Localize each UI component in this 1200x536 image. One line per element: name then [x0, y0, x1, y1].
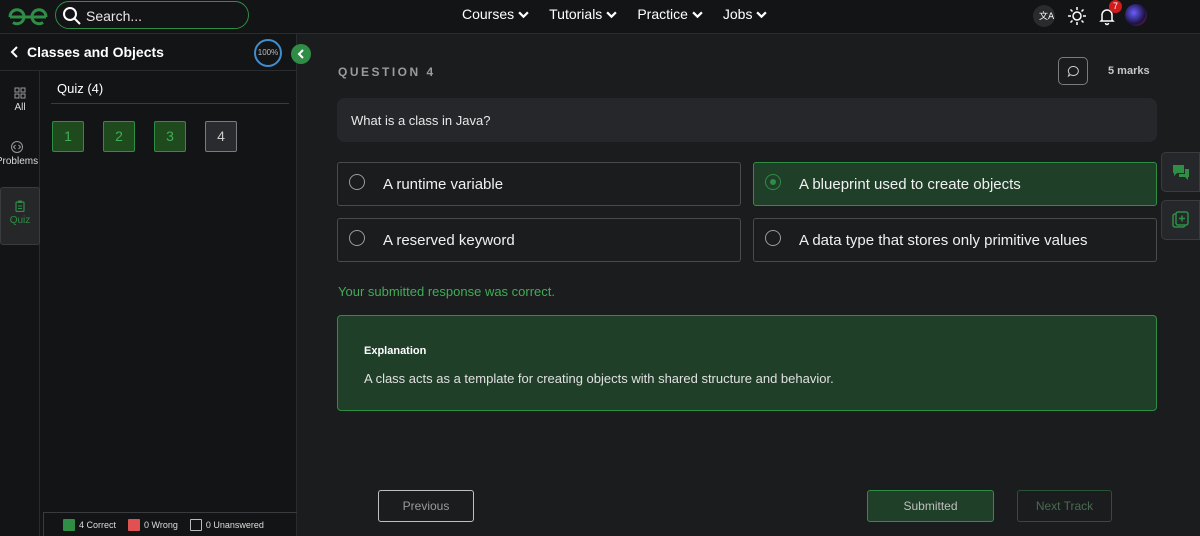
chevron-down-icon	[692, 11, 703, 18]
legend-label: 0 Wrong	[144, 519, 178, 530]
legend-label: 4 Correct	[79, 519, 117, 530]
radio-button[interactable]	[349, 230, 365, 246]
chevron-down-icon	[756, 11, 768, 18]
legend-wrong: 0 Wrong	[128, 518, 178, 531]
question-button-1[interactable]: 1	[52, 121, 84, 152]
option-3[interactable]: A reserved keyword	[337, 218, 741, 262]
option-label: A runtime variable	[383, 176, 504, 193]
explanation-title: Explanation	[364, 345, 427, 357]
translate-icon[interactable]: 文A	[1033, 5, 1055, 27]
next-track-button[interactable]: Next Track	[1017, 490, 1112, 522]
radio-button[interactable]	[765, 230, 781, 246]
theme-toggle-icon[interactable]	[1066, 5, 1088, 27]
menu-jobs[interactable]: Jobs	[723, 6, 768, 22]
discuss-button[interactable]	[1058, 57, 1088, 85]
legend-swatch	[189, 518, 202, 531]
avatar[interactable]	[1125, 4, 1147, 26]
option-label: A blueprint used to create objects	[799, 176, 1021, 193]
legend-correct: 4 Correct	[63, 518, 117, 531]
left-panel: Classes and Objects 100% All Problems Qu…	[0, 34, 297, 536]
top-navbar: Search... Courses Tutorials Practice Job…	[0, 0, 1200, 34]
notification-badge: 7	[1109, 0, 1122, 13]
explanation-box: Explanation A class acts as a template f…	[337, 315, 1157, 411]
previous-button[interactable]: Previous	[378, 490, 474, 522]
feedback-message: Your submitted response was correct.	[338, 284, 556, 299]
radio-button[interactable]	[349, 174, 365, 190]
code-icon	[11, 141, 23, 153]
collapse-panel-button[interactable]	[291, 44, 311, 64]
sidebar-item-label: All	[14, 102, 26, 113]
radio-button[interactable]	[765, 174, 781, 190]
quiz-heading: Quiz (4)	[57, 81, 104, 96]
question-text: What is a class in Java?	[337, 98, 1157, 142]
sidebar-item-problems[interactable]: Problems	[0, 141, 40, 167]
floating-chat-button[interactable]	[1161, 152, 1200, 192]
menu-label: Courses	[462, 6, 515, 22]
legend-label: 0 Unanswered	[205, 519, 264, 530]
marks-label: 5 marks	[1108, 65, 1150, 77]
search-box[interactable]: Search...	[55, 1, 249, 29]
menu-label: Tutorials	[549, 6, 603, 22]
legend-unanswered: 0 Unanswered	[189, 518, 264, 531]
menu-practice[interactable]: Practice	[637, 6, 703, 22]
floating-add-button[interactable]	[1161, 200, 1200, 240]
status-legend: 4 Correct 0 Wrong 0 Unanswered	[43, 512, 297, 536]
sidebar-item-all[interactable]: All	[0, 87, 40, 113]
search-input[interactable]: Search...	[86, 8, 142, 24]
divider	[51, 103, 289, 104]
sidebar-item-label: Problems	[0, 156, 39, 167]
chevron-left-icon	[297, 49, 304, 59]
option-1[interactable]: A runtime variable	[337, 162, 741, 206]
clipboard-icon	[15, 200, 25, 212]
sidebar-item-quiz[interactable]: Quiz	[0, 187, 40, 245]
menu-label: Jobs	[722, 6, 753, 22]
question-button-3[interactable]: 3	[154, 121, 186, 152]
progress-indicator: 100%	[254, 39, 282, 67]
panel-header: Classes and Objects 100%	[0, 34, 297, 71]
option-2[interactable]: A blueprint used to create objects	[753, 162, 1157, 206]
chat-bubble-icon	[1067, 65, 1079, 78]
gfg-logo-icon[interactable]	[6, 6, 50, 28]
menu-courses[interactable]: Courses	[462, 6, 529, 22]
explanation-text: A class acts as a template for creating …	[364, 371, 834, 386]
side-nav: All Problems Quiz	[0, 71, 40, 536]
search-icon	[63, 7, 81, 25]
legend-swatch	[63, 518, 75, 531]
option-4[interactable]: A data type that stores only primitive v…	[753, 218, 1157, 262]
main-menu: Courses Tutorials Practice Jobs	[462, 6, 768, 22]
question-button-4[interactable]: 4	[205, 121, 237, 152]
chevron-down-icon	[606, 11, 617, 18]
svg-text:文A: 文A	[1039, 10, 1055, 22]
question-button-2[interactable]: 2	[103, 121, 135, 152]
question-label: QUESTION 4	[338, 65, 436, 79]
add-note-icon	[1172, 211, 1189, 228]
menu-label: Practice	[637, 6, 688, 22]
grid-icon	[14, 87, 26, 99]
menu-tutorials[interactable]: Tutorials	[549, 6, 617, 22]
chat-icon	[1173, 165, 1189, 180]
submitted-button[interactable]: Submitted	[867, 490, 994, 522]
legend-swatch	[128, 518, 141, 531]
chevron-down-icon	[518, 11, 529, 18]
option-label: A data type that stores only primitive v…	[799, 232, 1088, 249]
sidebar-item-label: Quiz	[9, 215, 31, 226]
option-label: A reserved keyword	[383, 232, 515, 249]
chevron-left-icon[interactable]	[9, 45, 21, 59]
page-title: Classes and Objects	[27, 44, 164, 60]
